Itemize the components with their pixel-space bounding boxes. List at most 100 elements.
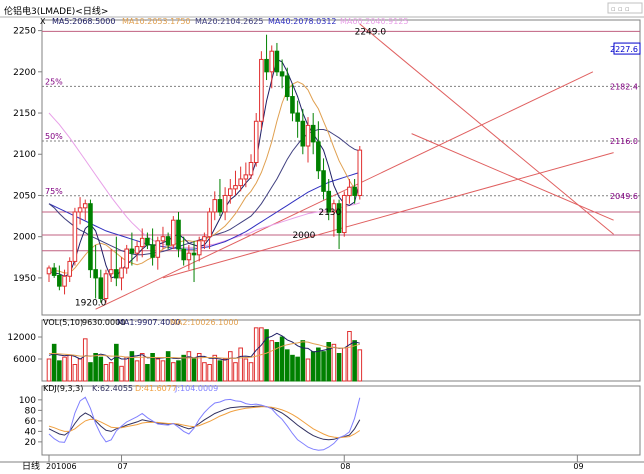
volume-bar <box>88 362 93 382</box>
volume-bar <box>103 364 109 382</box>
volume-bar <box>238 347 243 382</box>
candle-body <box>98 277 104 300</box>
candle-body <box>88 203 93 271</box>
candle-body <box>51 267 57 276</box>
legend-ma5: MA5:2068.5000 <box>52 17 115 26</box>
window-controls-glyph[interactable]: ▫ ▫ ▫ <box>611 5 630 13</box>
candle-body <box>259 58 264 122</box>
volume-bar <box>51 343 57 382</box>
candle-body <box>114 269 119 279</box>
candle-body <box>274 50 280 73</box>
volume-bar <box>336 353 342 382</box>
candle-body <box>228 188 233 196</box>
candle-body <box>341 194 347 234</box>
candle-body <box>212 199 218 213</box>
candle-body <box>284 75 290 98</box>
candle-body <box>72 211 78 262</box>
chart-title: 伦铝电3(LMADE)<日线> <box>4 5 108 17</box>
volume-bar <box>269 340 275 382</box>
candle-body <box>186 252 192 261</box>
price-tick-label: 2050 <box>13 191 36 201</box>
candle-body <box>171 219 176 246</box>
volume-bar <box>108 362 114 382</box>
price-tick-label: 1950 <box>13 274 36 284</box>
fib-level-pct: 50% <box>45 132 63 141</box>
kdj-title: KDJ(9,3,3) <box>43 384 83 393</box>
volume-bar <box>176 360 181 382</box>
volume-bar <box>181 354 186 382</box>
legend-ma60: MA60:2040.9125 <box>340 17 409 26</box>
volume-bar <box>243 358 249 382</box>
candle-body <box>217 199 223 213</box>
volume-bar <box>186 351 192 382</box>
volume-bar <box>119 365 124 382</box>
candle-body <box>310 124 316 143</box>
volume-bar <box>145 364 150 382</box>
volume-bar <box>160 360 166 382</box>
candle-body <box>300 120 306 147</box>
legend-ma20: MA20:2104.2625 <box>195 17 264 26</box>
x-axis-label: 201006 <box>46 462 77 470</box>
volume-bar <box>212 354 218 382</box>
candle-body <box>155 240 161 258</box>
volume-bar <box>98 356 104 382</box>
legend-ma40: MA40:2078.0312 <box>268 17 337 26</box>
candle-body <box>165 236 171 246</box>
volume-bar <box>77 358 83 382</box>
volume-bar <box>67 354 73 382</box>
candle-body <box>108 269 114 275</box>
price-annotation: 2130 <box>318 208 341 218</box>
volume-bar <box>217 360 223 382</box>
volume-bar <box>233 362 238 382</box>
volume-bar <box>321 351 326 382</box>
volume-bar <box>316 347 321 382</box>
kdj-tick-label: 20 <box>25 438 37 448</box>
price-tick-label: 2100 <box>13 150 36 160</box>
candle-body <box>295 112 300 122</box>
candle-body <box>82 203 88 209</box>
candle-body <box>57 274 62 287</box>
vol-tick-label: 12000 <box>7 333 36 343</box>
candle-body <box>129 248 135 254</box>
volume-bar <box>93 353 98 382</box>
volume-bar <box>62 356 67 382</box>
candle-body <box>124 248 130 269</box>
candle-body <box>222 194 228 213</box>
x-axis-label: 07 <box>118 462 128 470</box>
x-axis-label: 08 <box>340 462 350 470</box>
volume-bar <box>124 356 130 382</box>
candle-body <box>290 96 295 114</box>
volume-bar <box>165 351 171 382</box>
candle-body <box>264 58 269 73</box>
volume-bar <box>253 327 259 382</box>
kdj-tick-label: 40 <box>25 427 37 437</box>
candle-body <box>93 269 98 279</box>
candle-body <box>67 260 73 277</box>
volume-bar <box>222 358 228 382</box>
candle-body <box>134 246 140 254</box>
candle-body <box>196 240 202 256</box>
vol-tick-label: 6000 <box>13 355 36 365</box>
volume-bar <box>284 349 290 382</box>
kdj-tick-label: 60 <box>25 417 37 427</box>
fib-level-value: 2049.6 <box>610 192 638 201</box>
price-tick-label: 2250 <box>13 27 36 37</box>
volume-bar <box>57 360 62 382</box>
volume-bar <box>352 340 357 382</box>
volume-bar <box>331 343 337 382</box>
candle-body <box>352 186 357 196</box>
candle-body <box>357 149 363 196</box>
candle-body <box>321 170 326 192</box>
volume-bar <box>279 336 285 382</box>
volume-bar <box>207 364 212 382</box>
volume-bar <box>341 347 347 382</box>
fib-level-pct: 75% <box>45 187 63 196</box>
price-tick-label: 2150 <box>13 109 36 119</box>
price-annotation: 2000 <box>292 231 315 241</box>
kdj-d-label: D:41.6077 <box>135 384 177 393</box>
volume-bar <box>134 360 140 382</box>
chart-root: 2250 2200 2150 2100 2050 2000 1950 25% 2182.4 50%… <box>0 0 644 472</box>
candle-body <box>305 124 311 147</box>
candle-body <box>233 185 238 190</box>
candle-body <box>77 207 83 213</box>
